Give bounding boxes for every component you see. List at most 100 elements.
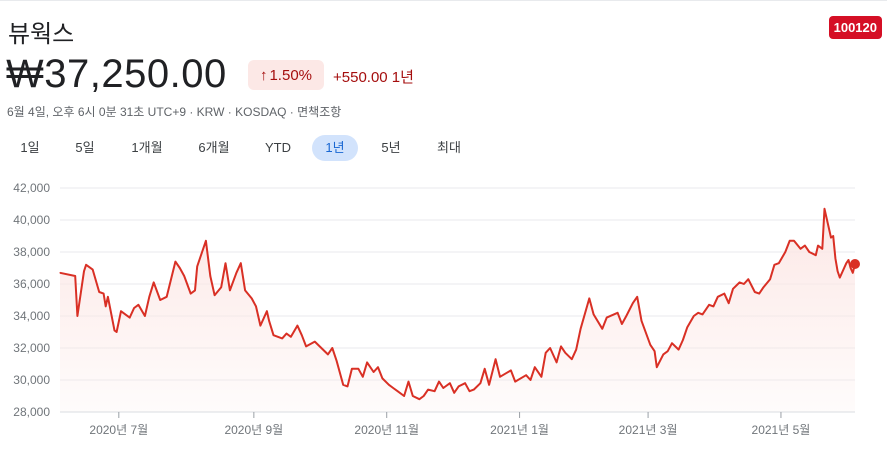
data-point xyxy=(373,371,375,373)
data-point xyxy=(686,326,688,328)
data-point xyxy=(525,374,527,376)
y-tick-label: 34,000 xyxy=(13,309,50,323)
x-tick-label: 2020년 11월 xyxy=(354,423,419,437)
data-point xyxy=(549,347,551,349)
data-point xyxy=(712,305,715,307)
data-point xyxy=(272,334,275,336)
data-point xyxy=(823,208,826,210)
data-point xyxy=(137,304,139,306)
change-absolute: +550.00 1년 xyxy=(333,69,414,86)
data-point xyxy=(190,293,192,295)
data-point xyxy=(473,389,475,391)
data-point xyxy=(103,293,105,295)
data-point xyxy=(388,384,390,386)
data-point xyxy=(85,264,87,266)
data-point xyxy=(235,272,237,274)
data-point xyxy=(116,331,118,333)
data-point xyxy=(407,381,410,383)
data-point xyxy=(133,307,135,309)
tab-5d[interactable]: 5일 xyxy=(64,135,106,161)
data-point xyxy=(667,350,669,352)
data-point xyxy=(251,297,253,299)
data-point xyxy=(556,361,558,363)
data-point xyxy=(159,299,161,301)
tab-6m[interactable]: 6개월 xyxy=(187,135,241,161)
data-point xyxy=(179,267,181,269)
data-point xyxy=(266,310,268,312)
data-point xyxy=(701,313,704,315)
current-price: ₩37,250.00 xyxy=(6,52,227,96)
data-point xyxy=(268,320,270,322)
data-point xyxy=(732,288,734,290)
data-point xyxy=(144,315,146,317)
x-tick-label: 2021년 1월 xyxy=(490,423,549,437)
data-point xyxy=(83,270,85,272)
data-point xyxy=(453,392,455,394)
data-point xyxy=(366,361,368,363)
tab-1y[interactable]: 1년 xyxy=(312,135,358,161)
price-chart[interactable]: 28,000 30,000 32,000 34,000 36,000 38,000 40,0… xyxy=(0,172,887,456)
data-point xyxy=(418,398,420,400)
x-tick-label: 2021년 5월 xyxy=(752,423,811,437)
data-point xyxy=(693,315,695,317)
data-point xyxy=(412,395,414,397)
data-point xyxy=(649,344,651,346)
data-point xyxy=(564,352,566,354)
data-point xyxy=(403,395,405,397)
y-tick-label: 40,000 xyxy=(13,213,50,227)
data-point xyxy=(224,262,227,264)
data-point xyxy=(240,262,242,264)
tab-max[interactable]: 최대 xyxy=(426,135,472,161)
data-point xyxy=(209,275,211,277)
data-point xyxy=(847,259,850,261)
data-point xyxy=(839,277,841,279)
y-tick-label: 28,000 xyxy=(13,405,50,419)
data-point xyxy=(804,245,806,247)
data-point xyxy=(769,278,771,280)
data-point xyxy=(717,296,719,298)
data-point xyxy=(105,305,107,307)
data-point xyxy=(183,275,185,277)
data-point xyxy=(837,270,839,272)
data-point xyxy=(296,325,298,327)
y-tick-label: 42,000 xyxy=(13,181,50,195)
data-point xyxy=(815,254,817,256)
data-point xyxy=(560,345,562,347)
data-point xyxy=(654,350,656,352)
data-point xyxy=(540,376,543,378)
data-point xyxy=(793,240,795,242)
data-point xyxy=(220,286,222,288)
data-point xyxy=(697,312,699,314)
data-point xyxy=(808,251,810,253)
tab-5y[interactable]: 5년 xyxy=(370,135,412,161)
data-point xyxy=(743,283,745,285)
data-point xyxy=(821,248,823,250)
tab-1d[interactable]: 1일 xyxy=(10,135,50,161)
data-point xyxy=(434,390,436,392)
data-point xyxy=(678,349,680,351)
ticker-badge[interactable]: 100120 xyxy=(828,16,882,39)
data-point xyxy=(852,272,854,274)
data-point xyxy=(817,245,819,247)
change-percent: 1.50% xyxy=(269,66,313,84)
tab-1m[interactable]: 1개월 xyxy=(120,135,174,161)
data-point xyxy=(545,352,547,354)
data-point xyxy=(327,353,329,355)
data-point xyxy=(205,240,207,242)
current-price-dot xyxy=(850,259,860,269)
data-point xyxy=(499,376,501,378)
data-point xyxy=(789,240,791,242)
data-point xyxy=(229,289,231,291)
data-point xyxy=(571,358,573,360)
data-point xyxy=(362,376,364,378)
data-point xyxy=(259,325,261,327)
x-axis: 2020년 7월 2020년 9월 2020년 11월 2021년 1월 2021년 3… xyxy=(89,412,810,437)
data-point xyxy=(76,315,78,317)
data-point xyxy=(148,296,150,298)
data-point xyxy=(580,328,582,330)
data-point xyxy=(534,366,536,368)
data-point xyxy=(377,366,379,368)
data-point xyxy=(778,262,780,264)
tab-ytd[interactable]: YTD xyxy=(256,135,300,161)
data-point xyxy=(632,302,634,304)
